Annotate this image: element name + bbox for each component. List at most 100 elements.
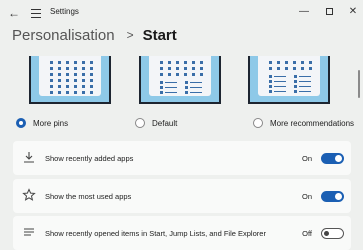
toggle-state-text: On [301,191,312,201]
app-tile-icon [66,61,69,64]
app-tile-icon [294,85,297,88]
app-tile-icon [285,67,288,70]
start-menu-preview [149,56,211,96]
app-tile-icon [200,73,203,76]
app-tile-icon [82,61,85,64]
setting-label: Show recently added apps [45,153,134,163]
start-menu-preview [39,56,101,96]
breadcrumb-parent[interactable]: Personalisation [12,27,115,44]
app-tile-icon [185,91,188,94]
app-tile-icon [185,81,188,84]
app-tile-icon [294,80,297,83]
app-tile-icon [192,67,195,70]
app-tile-icon [168,73,171,76]
app-tile-icon [299,81,311,82]
app-tile-icon [168,61,171,64]
layout-option-label: More pins [33,118,69,128]
app-tile-icon [66,85,69,88]
app-tile-icon [90,61,93,64]
close-button[interactable]: ✕ [343,3,363,21]
app-tile-icon [58,85,61,88]
page-title: Start [142,26,177,44]
app-tile-icon [160,86,163,89]
app-tile-icon [274,91,286,92]
app-tile-icon [285,61,288,64]
scrollbar-thumb[interactable] [358,70,360,98]
app-tile-icon [90,91,93,94]
layout-option-label: Default [152,118,178,128]
app-tile-icon [74,79,77,82]
layout-option-default[interactable]: Default [135,116,177,130]
layout-preview-more-pins[interactable] [29,56,111,104]
setting-recently-added-apps: Show recently added apps On [13,141,351,175]
app-tile-icon [176,73,179,76]
app-tile-icon [269,90,272,93]
app-tile-icon [58,79,61,82]
list-icon [22,225,36,239]
setting-label: Show the most used apps [45,191,132,201]
app-tile-icon [50,91,53,94]
app-tile-icon [176,61,179,64]
toggle-state-text: Off [302,228,312,238]
app-tile-icon [176,67,179,70]
layout-option-label: More recommendations [270,118,355,128]
recently-opened-toggle[interactable] [321,227,344,239]
app-tile-icon [293,67,296,70]
app-tile-icon [294,75,297,78]
app-tile-icon [269,61,272,64]
app-tile-icon [74,85,77,88]
app-tile-icon [184,73,187,76]
app-tile-icon [309,61,312,64]
app-tile-icon [90,67,93,70]
app-tile-icon [192,73,195,76]
app-tile-icon [192,61,195,64]
app-tile-icon [301,61,304,64]
app-tile-icon [50,73,53,76]
app-tile-icon [50,85,53,88]
app-tile-icon [50,79,53,82]
app-tile-icon [82,91,85,94]
app-tile-icon [274,81,286,82]
layout-option-more-pins[interactable]: More pins [16,116,68,130]
app-tile-icon [294,90,297,93]
app-tile-icon [309,67,312,70]
app-tile-icon [269,67,272,70]
app-tile-icon [299,86,311,87]
app-tile-icon [184,67,187,70]
app-tile-icon [165,82,177,83]
radio-unselected-icon[interactable] [135,118,145,128]
layout-preview-default[interactable] [139,56,221,104]
layout-option-more-recommendations[interactable]: More recommendations [253,116,354,130]
app-tile-icon [58,67,61,70]
app-tile-icon [82,67,85,70]
hamburger-menu-icon[interactable] [28,5,44,21]
most-used-toggle[interactable] [321,190,344,202]
app-tile-icon [200,67,203,70]
app-tile-icon [269,80,272,83]
app-tile-icon [277,61,280,64]
app-tile-icon [74,73,77,76]
maximize-icon [325,7,333,15]
toggle-state-text: On [301,153,312,163]
app-tile-icon [277,67,280,70]
radio-selected-icon[interactable] [16,118,26,128]
app-tile-icon [165,92,177,93]
back-arrow-icon[interactable]: ← [6,5,22,21]
app-tile-icon [293,61,296,64]
app-tile-icon [165,87,177,88]
app-tile-icon [66,91,69,94]
radio-unselected-icon[interactable] [253,118,263,128]
app-tile-icon [160,73,163,76]
app-tile-icon [190,82,202,83]
app-tile-icon [269,75,272,78]
minimize-button[interactable]: — [294,3,314,21]
app-tile-icon [160,81,163,84]
maximize-button[interactable] [319,3,339,21]
title-bar: ← Settings — ✕ [0,0,363,26]
layout-preview-more-recommendations[interactable] [248,56,330,104]
app-tile-icon [90,73,93,76]
download-icon [22,150,36,164]
recently-added-toggle[interactable] [321,152,344,164]
app-tile-icon [274,76,286,77]
app-tile-icon [269,85,272,88]
